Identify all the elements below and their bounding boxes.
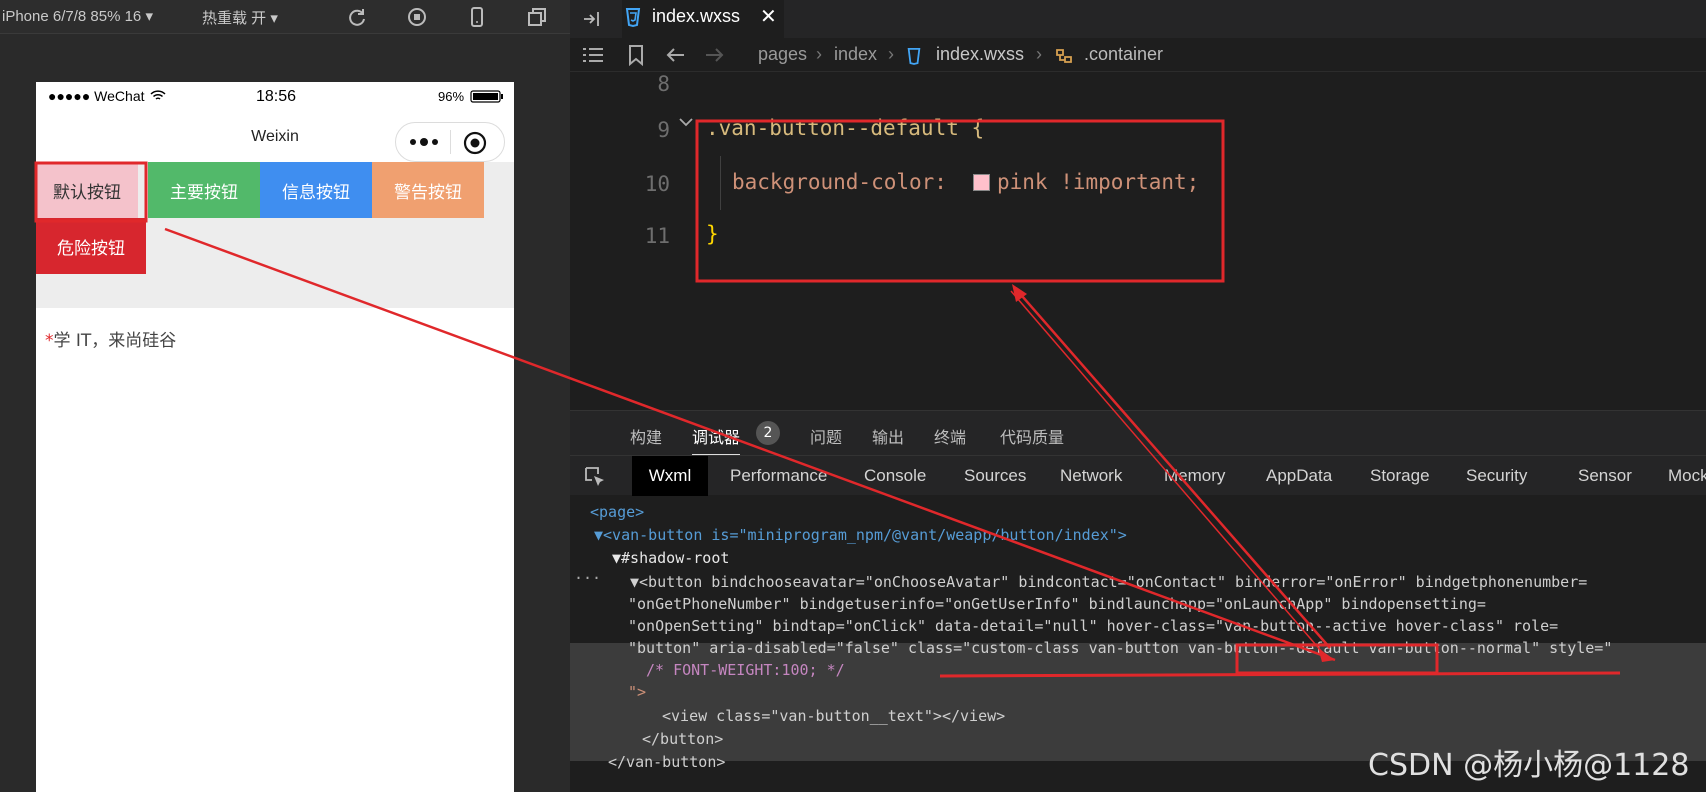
default-button[interactable]: 默认按钮 [36,162,138,218]
note-row: *学 IT，来尚硅谷 [36,308,514,364]
breadcrumb-separator: › [1036,44,1042,64]
list-icon[interactable] [582,47,604,63]
capsule-menu [395,122,505,162]
stop-icon[interactable] [406,6,428,28]
required-asterisk: * [45,331,54,351]
css-property-line: background-color: [732,170,960,194]
css-selector-line: .van-button--default { [706,116,985,140]
tab-wxml[interactable]: Wxml [632,456,708,496]
tab-label: index.wxss [652,6,741,26]
editor-tab-bar: index.wxss ✕ [570,0,1706,38]
wxml-node-van-button[interactable]: ▼<van-button is="miniprogram_npm/@vant/w… [594,526,1127,544]
line-number: 10 [644,172,670,196]
wxml-class-line: "button" aria-disabled="false" class="cu… [628,639,1613,657]
hot-reload-toggle[interactable]: 热重载 开 ▾ [202,7,278,28]
note-text: 学 IT，来尚硅谷 [53,331,177,351]
refresh-icon[interactable] [346,6,368,28]
closing-brace: } [706,222,719,246]
tab-output[interactable]: 输出 [872,424,904,448]
code-area[interactable]: 8 9 .van-button--default { 10 background… [570,72,1706,410]
tab-console[interactable]: Console [864,456,926,496]
battery-percent: 96% [438,89,465,104]
wifi-icon [150,90,166,100]
tab-code-quality[interactable]: 代码质量 [1000,424,1064,448]
primary-button[interactable]: 主要按钮 [148,162,260,218]
tab-terminal[interactable]: 终端 [934,424,966,448]
tab-close-icon[interactable]: ✕ [760,4,777,29]
tab-performance[interactable]: Performance [730,456,827,496]
devtools-tabs: Wxml Performance Console Sources Network… [570,455,1706,496]
tab-debugger[interactable]: 调试器 [692,424,741,456]
more-icon[interactable] [408,135,440,149]
line-number: 11 [644,224,670,248]
tab-build[interactable]: 构建 [630,424,662,448]
simulator-toolbar: iPhone 6/7/8 85% 16 ▾ 热重载 开 ▾ [0,0,570,34]
css-file-icon [625,8,641,28]
tab-appdata[interactable]: AppData [1266,456,1332,496]
breadcrumb: pages › index › index.wxss › .container [570,38,1706,72]
back-arrow-icon[interactable] [666,47,686,63]
tab-index-wxss[interactable]: index.wxss ✕ [622,0,784,38]
tab-security[interactable]: Security [1466,456,1527,496]
line-number: 8 [657,72,670,96]
tab-memory[interactable]: Memory [1164,456,1225,496]
breadcrumb-item-selector[interactable]: .container [1084,44,1163,65]
color-swatch[interactable] [973,174,990,191]
code-editor: index.wxss ✕ pages › index › index.wxss … [570,0,1706,410]
inspect-element-icon[interactable] [584,466,606,488]
more-options-icon[interactable]: ··· [574,569,601,587]
close-miniprogram-icon[interactable] [463,131,487,155]
navigation-bar: Weixin [36,112,514,162]
battery-icon [470,90,503,103]
panel-tabs: 构建 调试器 2 问题 输出 终端 代码质量 [570,411,1706,456]
warning-button[interactable]: 警告按钮 [372,162,484,218]
tab-network[interactable]: Network [1060,456,1122,496]
toggle-sidebar-icon[interactable] [582,10,604,28]
wxml-attr-line: "onGetPhoneNumber" bindgetuserinfo="onGe… [628,595,1486,613]
device-selector[interactable]: iPhone 6/7/8 85% 16 ▾ [2,7,153,25]
simulator-panel: iPhone 6/7/8 85% 16 ▾ 热重载 开 ▾ ●●●●● WeCh… [0,0,570,792]
wxml-style-comment: /* FONT-WEIGHT:100; */ [646,661,845,679]
wxml-attr-line: "onOpenSetting" bindtap="onClick" data-d… [628,617,1559,635]
forward-arrow-icon[interactable] [704,47,724,63]
tab-storage[interactable]: Storage [1370,456,1430,496]
tab-mock[interactable]: Mock [1668,456,1706,496]
css-file-icon [907,48,921,65]
carrier-text: ●●●●● WeChat [48,88,145,104]
status-time: 18:56 [256,88,297,105]
phone-screen: ●●●●● WeChat 18:56 96% Weixin 默认按钮 主要按钮 … [36,82,514,792]
wxml-node-view[interactable]: <view class="van-button__text"></view> [662,707,1005,725]
indent-guide [720,156,721,210]
breadcrumb-item-pages[interactable]: pages [758,44,807,65]
breadcrumb-separator: › [888,44,894,64]
phone-icon[interactable] [466,6,488,28]
line-number: 9 [657,118,670,142]
tab-sources[interactable]: Sources [964,456,1026,496]
wxml-attr-close: "> [628,683,647,701]
csdn-watermark: CSDN @杨小杨@1128 [1368,748,1690,783]
breadcrumb-item-index[interactable]: index [834,44,877,65]
css-value: pink !important; [997,170,1200,194]
fold-chevron-icon[interactable] [678,116,694,128]
danger-button[interactable]: 危险按钮 [36,218,146,274]
detach-window-icon[interactable] [526,6,548,28]
info-button[interactable]: 信息按钮 [260,162,372,218]
wxml-node-page[interactable]: <page> [590,503,644,521]
tab-sensor[interactable]: Sensor [1578,456,1632,496]
wxml-node-button[interactable]: ▼<button bindchooseavatar="onChooseAvata… [630,573,1587,591]
page-body [36,364,514,792]
wxml-node-shadow-root[interactable]: ▼#shadow-root [612,549,729,567]
wxml-close-van-button: </van-button> [608,753,726,771]
wxml-close-button: </button> [642,730,724,748]
breadcrumb-item-file[interactable]: index.wxss [936,44,1024,65]
symbol-class-icon [1056,49,1072,63]
debugger-badge: 2 [756,421,780,445]
tab-problems[interactable]: 问题 [810,424,842,448]
bookmark-icon[interactable] [628,44,644,66]
devtools-panel: 构建 调试器 2 问题 输出 终端 代码质量 Wxml Performance … [570,410,1706,792]
breadcrumb-separator: › [816,44,822,64]
status-bar: ●●●●● WeChat 18:56 96% [36,82,514,112]
capsule-divider [450,130,451,154]
